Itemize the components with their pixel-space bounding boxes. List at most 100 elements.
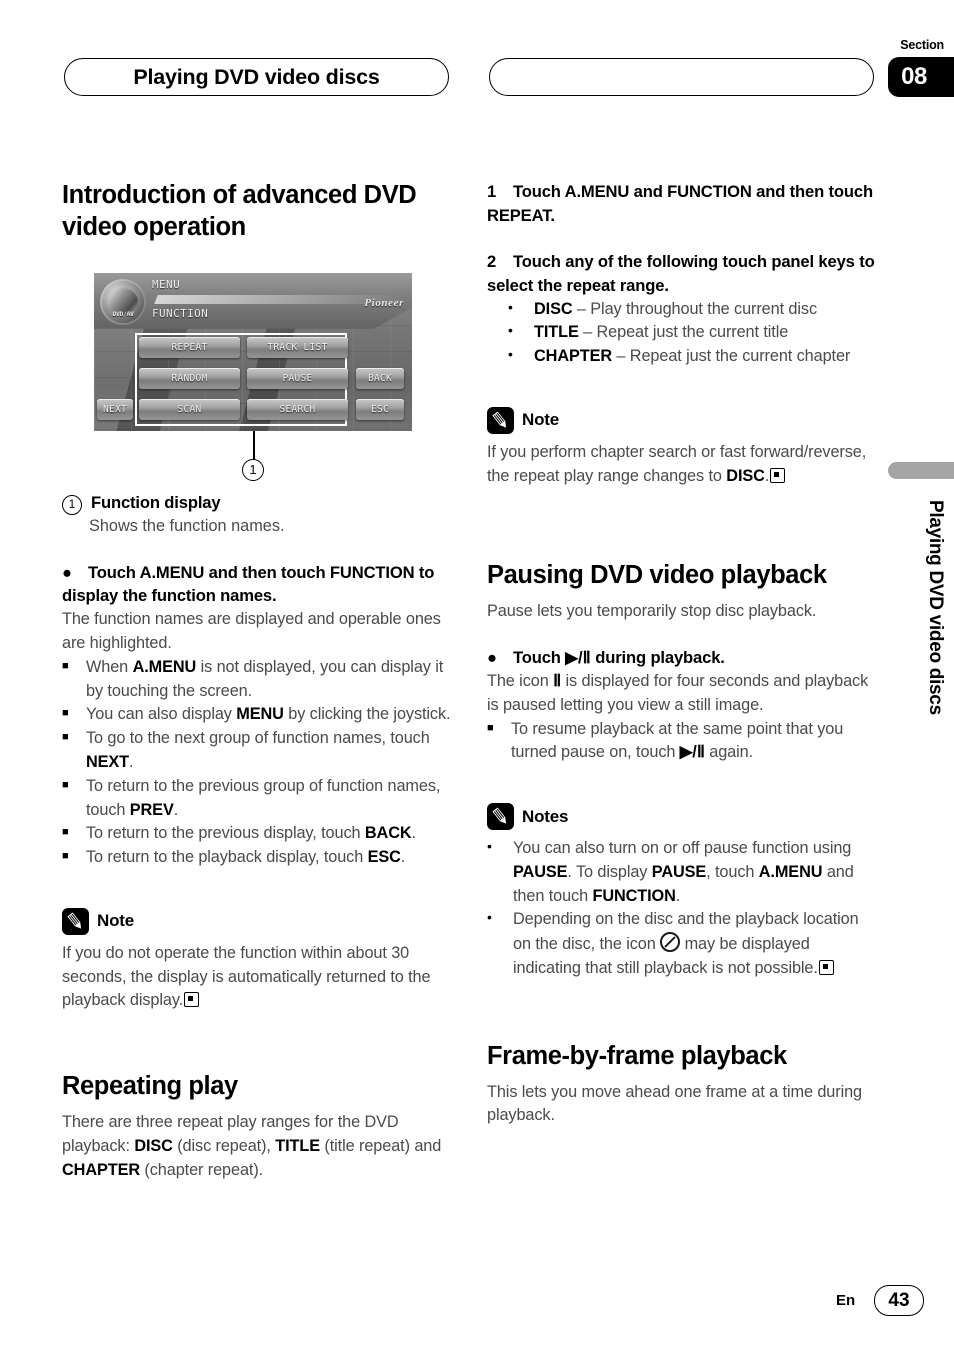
prohibited-icon <box>660 932 681 953</box>
note-term-amenu: A.MENU <box>758 862 823 881</box>
callout-leader-line <box>253 430 255 460</box>
device-button-random[interactable]: RANDOM <box>139 367 240 389</box>
step-2-number: 2 <box>487 251 497 271</box>
note-item-text: Depending on the disc and the playback l… <box>513 908 877 980</box>
note-title: Note <box>97 911 134 931</box>
device-button-scan[interactable]: SCAN <box>139 398 240 420</box>
end-of-note-icon <box>818 960 834 976</box>
square-bullet-icon: ■ <box>62 826 69 839</box>
paragraph-repeating-play: There are three repeat play ranges for t… <box>62 1111 452 1182</box>
bullet-bold-term: ESC <box>367 848 401 867</box>
repeat-para-2: (disc repeat), <box>172 1136 276 1155</box>
section-number-tab: 08 <box>888 57 954 97</box>
repeat-option-item: • CHAPTER – Repeat just the current chap… <box>508 345 877 369</box>
note-term-pause: PAUSE <box>513 862 568 881</box>
bullet-bold-term: A.MENU <box>132 657 197 676</box>
step-1-number: 1 <box>487 182 497 201</box>
bullet-pre-text: To return to the previous display, touch <box>86 824 365 843</box>
square-bullet-icon: ■ <box>487 721 494 734</box>
end-of-note-icon <box>770 467 786 483</box>
note-header: Note <box>62 907 452 935</box>
heading-repeating-play: Repeating play <box>62 1072 238 1101</box>
notes-title: Notes <box>522 806 569 826</box>
callout-definition-label: Function display <box>91 492 221 512</box>
section-label: Section <box>900 38 944 52</box>
square-bullet-text: When A.MENU is not displayed, you can di… <box>86 656 452 704</box>
note-header: Note <box>487 406 877 434</box>
note-text-left: If you do not operate the function withi… <box>62 942 452 1013</box>
callout-definition-1: 1 Function display <box>62 493 452 515</box>
dvd-av-logo-icon: DVD/AV <box>100 278 146 325</box>
repeat-para-3: (title repeat) and <box>320 1136 442 1155</box>
square-bullet-icon: ■ <box>62 850 69 863</box>
square-bullet-item: ■ When A.MENU is not displayed, you can … <box>62 656 452 704</box>
square-bullet-text: To resume playback at the same point tha… <box>511 718 877 766</box>
left-column: Introduction of advanced DVD video opera… <box>62 180 452 1182</box>
side-chapter-label: Playing DVD video discs <box>925 500 946 715</box>
square-bullet-item: ■ You can also display MENU by clicking … <box>62 703 452 727</box>
device-button-esc[interactable]: ESC <box>356 398 404 420</box>
note-term-function: FUNCTION <box>592 886 676 905</box>
heading-introduction: Introduction of advanced DVD video opera… <box>62 181 417 241</box>
chapter-title: Playing DVD video discs <box>133 64 380 89</box>
bullet-pre-text: You can also display <box>86 705 237 724</box>
note-text-content: If you do not operate the function withi… <box>62 943 431 1010</box>
device-menu-label: MENU <box>152 277 181 291</box>
repeat-option-item: • TITLE – Repeat just the current title <box>508 321 877 345</box>
device-button-pause[interactable]: PAUSE <box>247 367 348 389</box>
square-bullet-item: ■ To resume playback at the same point t… <box>487 718 877 766</box>
step-2-text: Touch any of the following touch panel k… <box>487 251 875 295</box>
device-function-label: FUNCTION <box>152 306 209 320</box>
bullet-pre-text: To return to the playback display, touch <box>86 848 368 867</box>
pencil-note-icon <box>487 406 514 434</box>
note-post-text: . <box>764 466 770 485</box>
device-button-track-list[interactable]: TRACK LIST <box>247 336 348 358</box>
note-part: . To display <box>567 862 652 881</box>
round-bullet-icon: ● <box>487 648 497 668</box>
square-bullet-icon: ■ <box>62 778 69 791</box>
device-button-repeat[interactable]: REPEAT <box>139 336 240 358</box>
note-bold-term: DISC <box>726 466 765 485</box>
step-2: 2 Touch any of the following touch panel … <box>487 250 877 298</box>
pause-glyph-icon: Ⅱ <box>553 672 562 691</box>
bullet-bold-term: MENU <box>236 705 284 724</box>
callout-marker-1: 1 <box>242 458 264 481</box>
note-text-repeat: If you perform chapter search or fast fo… <box>487 441 877 489</box>
bullet-post-text: . <box>411 824 417 843</box>
bullet-post-text: . <box>400 848 406 867</box>
device-button-search[interactable]: SEARCH <box>247 398 348 420</box>
device-button-back[interactable]: BACK <box>356 367 404 389</box>
repeat-option-item: • DISC – Play throughout the current dis… <box>508 298 877 322</box>
instruction-touch-amenu-text: Touch A.MENU and then touch FUNCTION to … <box>62 562 435 606</box>
bullet-pre-text: When <box>86 657 133 676</box>
heading-pausing-playback: Pausing DVD video playback <box>487 561 827 590</box>
repeat-option-desc: – Play throughout the current disc <box>572 299 817 318</box>
device-button-next[interactable]: NEXT <box>97 398 133 420</box>
round-bullet-icon: • <box>487 838 492 855</box>
square-bullet-item: ■ To go to the next group of function na… <box>62 727 452 775</box>
square-bullet-text: To return to the previous group of funct… <box>86 775 452 823</box>
round-bullet-icon: • <box>508 322 513 339</box>
pencil-note-icon <box>487 803 514 831</box>
square-bullet-text: To return to the playback display, touch… <box>86 846 452 870</box>
note-item-text: You can also turn on or off pause functi… <box>513 837 877 908</box>
resume-post-text: again. <box>704 743 754 762</box>
note-header: Notes <box>487 803 877 831</box>
paragraph-pausing-intro: Pause lets you temporarily stop disc pla… <box>487 602 817 621</box>
play-pause-glyph-icon: ▶/Ⅱ <box>679 743 705 762</box>
repeat-term-disc: DISC <box>134 1136 173 1155</box>
blank-header-pill <box>489 58 874 96</box>
note-part: , touch <box>706 862 759 881</box>
resume-pre-text: To resume playback at the same point tha… <box>511 719 844 762</box>
device-screen: DVD/AV MENU FUNCTION Pioneer REPEAT TRAC… <box>94 272 412 431</box>
repeat-para-4: (chapter repeat). <box>140 1160 264 1179</box>
repeat-term-title: TITLE <box>275 1136 320 1155</box>
instruction-touch-amenu: ● Touch A.MENU and then touch FUNCTION to… <box>62 561 452 609</box>
repeat-option-desc: – Repeat just the current chapter <box>612 347 851 366</box>
callout-definition-number: 1 <box>62 494 82 515</box>
footer-language: En <box>836 1292 856 1309</box>
end-of-note-icon <box>184 992 200 1008</box>
pencil-note-icon <box>62 907 89 935</box>
bullet-post-text: . <box>173 800 179 819</box>
logo-text: DVD/AV <box>112 309 134 318</box>
